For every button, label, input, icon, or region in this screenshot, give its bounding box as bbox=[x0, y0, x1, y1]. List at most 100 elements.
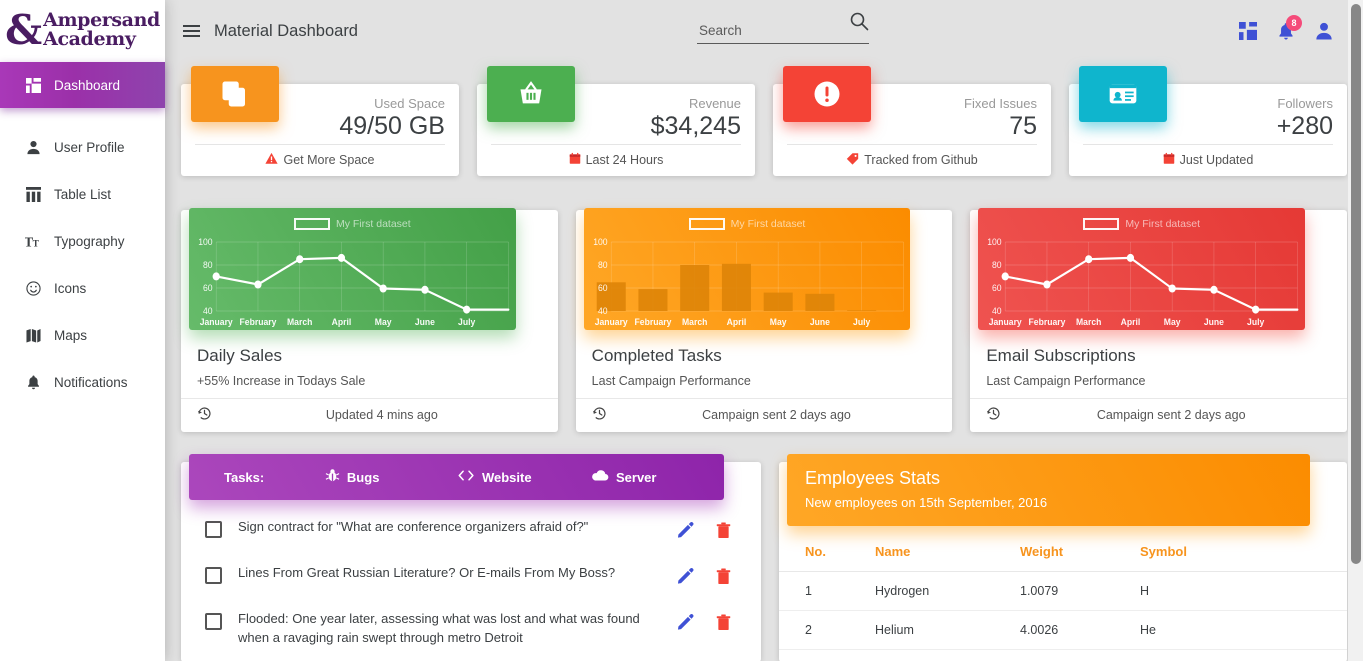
stat-footer-text: Just Updated bbox=[1179, 153, 1254, 167]
employees-table: No. Name Weight Symbol 1 Hydrogen 1.0079 bbox=[779, 536, 1347, 650]
trash-icon[interactable] bbox=[716, 614, 731, 636]
stat-cards-row: Used Space 49/50 GB Get More Space Reven… bbox=[181, 66, 1347, 176]
content: Used Space 49/50 GB Get More Space Reven… bbox=[165, 66, 1363, 661]
smiley-icon bbox=[24, 281, 42, 296]
stat-card-revenue: Revenue $34,245 Last 24 Hours bbox=[477, 66, 755, 176]
chart-title: Completed Tasks bbox=[591, 346, 722, 365]
task-row: Lines From Great Russian Literature? Or … bbox=[189, 554, 753, 600]
cell-symbol: He bbox=[1134, 610, 1347, 650]
trash-icon[interactable] bbox=[716, 568, 731, 590]
search-icon[interactable] bbox=[845, 7, 873, 38]
employees-header: Employees Stats New employees on 15th Se… bbox=[787, 454, 1310, 526]
hamburger-icon[interactable] bbox=[183, 25, 200, 37]
table-row: 1 Hydrogen 1.0079 H bbox=[779, 571, 1347, 611]
scrollbar-thumb[interactable] bbox=[1351, 4, 1361, 564]
search-input[interactable] bbox=[697, 18, 869, 44]
tab-server[interactable]: Server bbox=[591, 469, 724, 485]
chart-footer-text: Updated 4 mins ago bbox=[325, 408, 438, 422]
column-header-no: No. bbox=[779, 536, 869, 572]
table-header-row: No. Name Weight Symbol bbox=[779, 536, 1347, 572]
dashboard-grid-icon[interactable] bbox=[1239, 22, 1257, 40]
table-icon bbox=[24, 187, 42, 202]
history-icon bbox=[197, 406, 212, 424]
pencil-icon[interactable] bbox=[677, 614, 694, 636]
chart-footer: Campaign sent 2 days ago bbox=[575, 398, 953, 432]
svg-text:100: 100 bbox=[988, 237, 1002, 247]
code-icon bbox=[458, 469, 475, 485]
stat-footer: Last 24 Hours bbox=[491, 144, 741, 168]
task-checkbox[interactable] bbox=[205, 521, 222, 538]
stat-footer: Just Updated bbox=[1083, 144, 1333, 168]
svg-text:July: July bbox=[853, 317, 870, 327]
task-actions bbox=[677, 522, 745, 544]
svg-text:February: February bbox=[634, 317, 671, 327]
stat-footer: Tracked from Github bbox=[787, 144, 1037, 168]
svg-text:40: 40 bbox=[992, 306, 1002, 316]
chart-info: Completed Tasks Last Campaign Performanc… bbox=[576, 340, 953, 388]
sidebar-item-user-profile[interactable]: User Profile bbox=[0, 124, 165, 171]
tab-bugs[interactable]: Bugs bbox=[325, 468, 458, 486]
task-checkbox[interactable] bbox=[205, 567, 222, 584]
chart-card-email-subscriptions: My First dataset 100 80 60 40 January Fe… bbox=[970, 208, 1348, 432]
brand-line-2: Academy bbox=[43, 28, 136, 50]
legend-label: My First dataset bbox=[335, 218, 411, 230]
cell-name: Hydrogen bbox=[869, 571, 1014, 611]
sidebar-item-notifications[interactable]: Notifications bbox=[0, 359, 165, 406]
pencil-icon[interactable] bbox=[677, 522, 694, 544]
table-row: 2 Helium 4.0026 He bbox=[779, 610, 1347, 650]
task-actions bbox=[677, 568, 745, 590]
task-row: Flooded: One year later, assessing what … bbox=[189, 600, 753, 658]
stat-card-fixed-issues: Fixed Issues 75 Tracked from Github bbox=[773, 66, 1051, 176]
sidebar-item-dashboard[interactable]: Dashboard bbox=[0, 62, 165, 108]
dashboard-grid-icon bbox=[24, 77, 42, 93]
history-icon bbox=[592, 406, 607, 424]
chart-footer-text: Campaign sent 2 days ago bbox=[702, 408, 851, 422]
task-checkbox[interactable] bbox=[205, 613, 222, 630]
sidebar-item-table-list[interactable]: Table List bbox=[0, 171, 165, 218]
svg-text:February: February bbox=[240, 317, 277, 327]
column-header-symbol: Symbol bbox=[1134, 536, 1347, 572]
svg-text:60: 60 bbox=[203, 283, 213, 293]
calendar-icon bbox=[1163, 152, 1175, 168]
svg-text:January: January bbox=[594, 317, 627, 327]
person-icon[interactable] bbox=[1315, 22, 1333, 40]
tab-website[interactable]: Website bbox=[458, 469, 591, 485]
daily-sales-svg: 100 80 60 40 January February March April May J… bbox=[198, 237, 510, 327]
svg-text:June: June bbox=[1204, 317, 1224, 327]
completed-tasks-chart: My First dataset 100 80 60 40 January Fe… bbox=[583, 208, 911, 330]
chart-footer: Campaign sent 2 days ago bbox=[970, 398, 1348, 432]
sidebar-item-maps[interactable]: Maps bbox=[0, 312, 165, 359]
tasks-label: Tasks: bbox=[224, 469, 265, 485]
tab-label: Bugs bbox=[346, 469, 380, 485]
brand-logo[interactable]: & Ampersand Academy bbox=[0, 0, 165, 62]
svg-text:February: February bbox=[1029, 317, 1066, 327]
sidebar-item-typography[interactable]: TT Typography bbox=[0, 218, 165, 265]
vertical-scrollbar[interactable] bbox=[1348, 0, 1363, 661]
pencil-icon[interactable] bbox=[677, 568, 694, 590]
stat-footer-text[interactable]: Tracked from Github bbox=[864, 153, 977, 167]
bug-icon bbox=[325, 468, 340, 486]
chart-cards-row: My First dataset 100 80 60 40 January Fe… bbox=[181, 208, 1348, 432]
bell-icon[interactable]: 8 bbox=[1277, 14, 1302, 41]
svg-text:40: 40 bbox=[598, 306, 608, 316]
trash-icon[interactable] bbox=[716, 522, 731, 544]
tasks-header: Tasks: Bugs Website Server bbox=[189, 454, 724, 500]
stat-footer-text[interactable]: Get More Space bbox=[283, 153, 374, 167]
map-icon bbox=[24, 328, 42, 343]
chart-title: Email Subscriptions bbox=[986, 346, 1136, 365]
sidebar-item-icons[interactable]: Icons bbox=[0, 265, 165, 312]
cell-weight: 1.0079 bbox=[1014, 571, 1134, 611]
notification-badge: 8 bbox=[1286, 14, 1302, 31]
cell-weight: 4.0026 bbox=[1014, 610, 1134, 650]
typography-icon: TT bbox=[24, 234, 42, 249]
svg-text:June: June bbox=[810, 317, 830, 327]
cell-symbol: H bbox=[1134, 571, 1347, 611]
chart-subtitle: +55% Increase in Todays Sale bbox=[197, 374, 366, 388]
svg-text:January: January bbox=[989, 317, 1022, 327]
sidebar-item-label: Icons bbox=[54, 281, 87, 296]
warning-icon bbox=[265, 152, 279, 168]
svg-text:May: May bbox=[1164, 317, 1181, 327]
ampersand-glyph: & bbox=[5, 6, 43, 55]
alert-icon bbox=[783, 66, 871, 122]
task-row: Sign contract for "What are conference o… bbox=[189, 508, 753, 554]
